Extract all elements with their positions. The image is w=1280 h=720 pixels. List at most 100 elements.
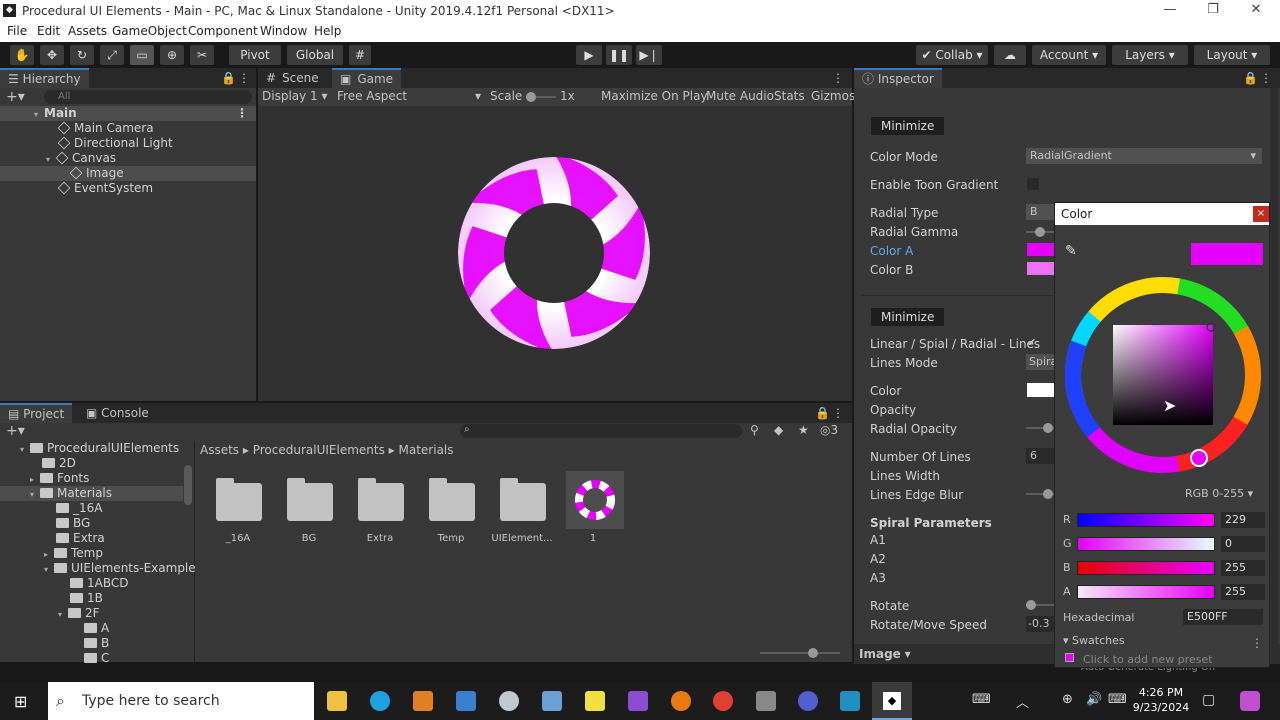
menu-gameobject[interactable]: GameObject	[112, 24, 187, 38]
sublime-icon[interactable]	[413, 691, 433, 711]
tree-item[interactable]: ▸ Temp	[44, 546, 103, 561]
swatch-preset[interactable]	[1065, 653, 1074, 662]
edge-blur-knob[interactable]	[1043, 489, 1053, 499]
tab-project[interactable]: ▤ Project	[0, 403, 73, 423]
a-slider[interactable]	[1077, 585, 1215, 599]
hierarchy-item-canvas[interactable]: ▾ Canvas	[46, 151, 116, 166]
windows-start-icon[interactable]: ⊞	[14, 692, 32, 711]
network-icon[interactable]: ⊕	[1062, 692, 1073, 707]
volume-icon[interactable]: 🔊	[1086, 692, 1102, 707]
tree-item[interactable]: BG	[56, 516, 90, 531]
tree-item[interactable]: ▾ UIElements-Example	[44, 561, 196, 576]
calculator-icon[interactable]	[542, 691, 562, 711]
menu-component[interactable]: Component	[188, 24, 258, 38]
add-icon[interactable]: +▾	[6, 89, 25, 105]
system-tray-icon[interactable]: ⌨	[972, 692, 991, 707]
hidden-packages-icon[interactable]: ◎3	[820, 423, 838, 437]
minimize-lines-button[interactable]: Minimize	[871, 308, 945, 326]
game-viewport[interactable]	[258, 106, 852, 401]
tab-console[interactable]: ▣ Console	[78, 403, 157, 423]
sticky-notes-icon[interactable]	[585, 691, 605, 711]
tree-item[interactable]: C	[84, 651, 109, 666]
lock-icon[interactable]: 🔒	[1243, 68, 1258, 88]
minimize-section-button[interactable]: Minimize	[871, 117, 945, 135]
hand-tool-icon[interactable]: ✋	[10, 45, 34, 65]
rect-tool-icon[interactable]: ▭	[130, 45, 154, 65]
notifications-icon[interactable]: ▢	[1202, 692, 1215, 708]
b-slider[interactable]	[1077, 561, 1215, 575]
color-a-swatch[interactable]	[1027, 243, 1054, 256]
thumbnail-size-knob[interactable]	[808, 648, 818, 658]
close-icon[interactable]: ×	[1253, 206, 1269, 222]
pause-button[interactable]: ❚❚	[606, 45, 632, 65]
more-menu-icon[interactable]: ⋮	[1260, 68, 1272, 88]
tab-inspector[interactable]: ⓘ Inspector	[854, 68, 942, 88]
play-button[interactable]: ▶	[576, 45, 602, 65]
rotate-tool-icon[interactable]: ↻	[70, 45, 94, 65]
b-field[interactable]: 255	[1221, 560, 1265, 576]
menu-window[interactable]: Window	[260, 24, 307, 38]
folder-icon[interactable]	[216, 478, 262, 521]
g-field[interactable]: 0	[1221, 536, 1265, 552]
rotate-speed-field[interactable]: -0.3	[1026, 616, 1054, 632]
lock-icon[interactable]: 🔒	[815, 403, 830, 423]
gizmos-toggle[interactable]: Gizmos	[811, 89, 855, 103]
maximize-on-play-toggle[interactable]: Maximize On Play	[601, 89, 708, 103]
restore-window-button[interactable]: ❐	[1198, 2, 1228, 20]
blender-icon[interactable]	[671, 691, 691, 711]
hierarchy-item-image[interactable]: Image	[0, 166, 256, 181]
lines-checkbox[interactable]: ✔	[1027, 336, 1036, 349]
radial-type-dropdown[interactable]: B	[1026, 204, 1054, 220]
lines-mode-dropdown[interactable]: Spira	[1026, 354, 1054, 370]
edge-icon[interactable]	[370, 691, 390, 711]
clock[interactable]: 4:26 PM 9/23/2024	[1128, 685, 1194, 715]
more-menu-icon[interactable]: ⋮	[832, 68, 844, 88]
rotate-knob[interactable]	[1026, 600, 1036, 610]
a-field[interactable]: 255	[1221, 584, 1265, 600]
visual-studio-icon[interactable]	[628, 691, 648, 711]
breadcrumb-item[interactable]: ProceduralUIElements	[253, 443, 385, 457]
tab-hierarchy[interactable]: ☰ Hierarchy	[0, 68, 89, 88]
layout-dropdown[interactable]: Layout ▾	[1194, 45, 1270, 65]
close-window-button[interactable]: ✕	[1241, 2, 1271, 20]
tree-scrollbar[interactable]	[184, 465, 192, 505]
tree-item[interactable]: _16A	[56, 501, 102, 516]
more-menu-icon[interactable]: ⋮	[238, 68, 250, 88]
unity-taskbar-button[interactable]: ◆	[872, 682, 912, 720]
tab-game[interactable]: ▣ Game	[332, 68, 402, 88]
layers-dropdown[interactable]: Layers ▾	[1112, 45, 1188, 65]
favorite-icon[interactable]: ★	[798, 423, 809, 437]
menu-file[interactable]: File	[7, 24, 27, 38]
swatches-menu-icon[interactable]: ⋮	[1251, 636, 1263, 650]
app-icon[interactable]	[840, 691, 860, 711]
hierarchy-item-main-camera[interactable]: Main Camera	[57, 121, 154, 136]
more-menu-icon[interactable]: ⋮	[832, 403, 844, 423]
hierarchy-item-eventsystem[interactable]: EventSystem	[57, 181, 153, 196]
transform-tool-icon[interactable]: ⊕	[160, 45, 184, 65]
taskbar-search-input[interactable]: ⌕ Type here to search	[48, 682, 314, 720]
color-mode-dropdown[interactable]: RGB 0-255 ▾	[1185, 487, 1253, 500]
scene-menu-icon[interactable]: ⋮	[236, 106, 248, 121]
pivot-toggle[interactable]: Pivot	[229, 45, 281, 65]
file-explorer-icon[interactable]	[327, 691, 347, 711]
menu-edit[interactable]: Edit	[37, 24, 60, 38]
tab-scene[interactable]: # Scene	[258, 68, 327, 88]
color-b-swatch[interactable]	[1027, 262, 1054, 275]
tree-item[interactable]: 2D	[42, 456, 76, 471]
preview-dropdown[interactable]: Image ▾	[859, 644, 911, 664]
folder-icon[interactable]	[500, 478, 546, 521]
add-preset-hint[interactable]: Click to add new preset	[1083, 653, 1213, 666]
radial-gamma-knob[interactable]	[1035, 227, 1045, 237]
folder-icon[interactable]	[358, 478, 404, 521]
scale-slider-knob[interactable]	[526, 92, 536, 102]
tree-item[interactable]: 1B	[70, 591, 103, 606]
tray-chevron-icon[interactable]: ︿	[1016, 692, 1029, 711]
hierarchy-item-directional-light[interactable]: Directional Light	[57, 136, 173, 151]
r-slider[interactable]	[1077, 513, 1215, 527]
app-icon[interactable]	[499, 691, 519, 711]
radial-opacity-knob[interactable]	[1043, 423, 1053, 433]
add-icon[interactable]: +▾	[6, 423, 25, 439]
color-mode-dropdown[interactable]: RadialGradient ▾	[1026, 148, 1262, 164]
display-dropdown[interactable]: Display 1 ▾	[262, 89, 328, 103]
tree-item[interactable]: B	[84, 636, 109, 651]
